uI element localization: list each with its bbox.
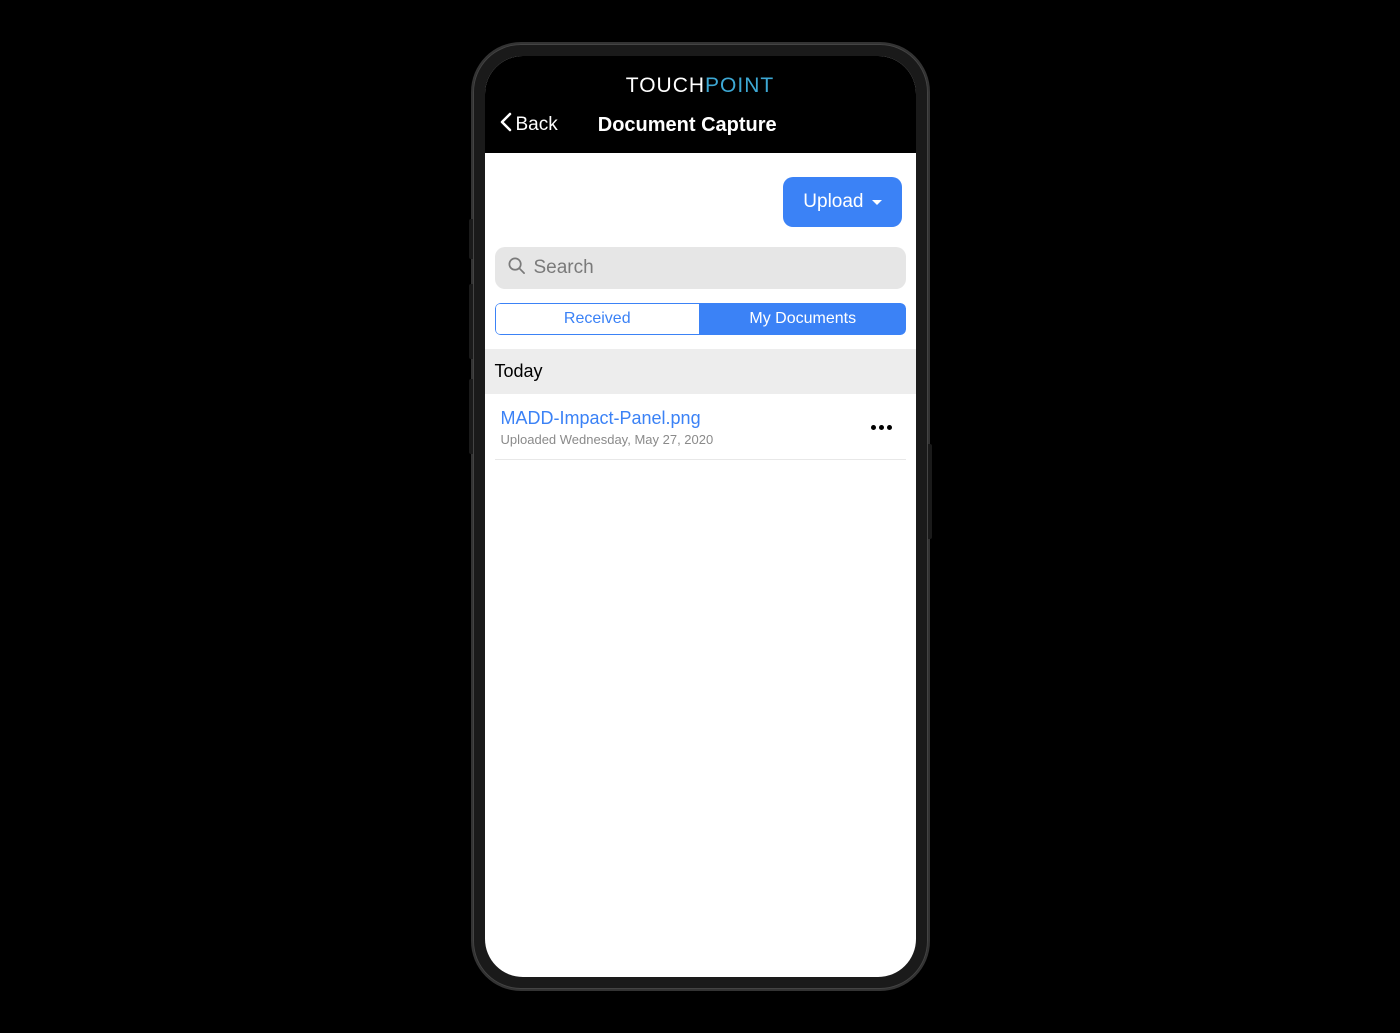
tab-my-documents[interactable]: My Documents	[700, 303, 906, 335]
phone-screen: TOUCHPOINT Back Document Capture	[485, 56, 916, 977]
upload-button[interactable]: Upload	[783, 177, 901, 227]
document-name: MADD-Impact-Panel.png	[501, 408, 714, 429]
back-button[interactable]: Back	[499, 112, 558, 138]
phone-frame: TOUCHPOINT Back Document Capture	[473, 44, 928, 989]
phone-volume-down	[469, 379, 473, 454]
back-label: Back	[516, 114, 558, 136]
logo-part-2: POINT	[705, 74, 774, 97]
upload-row: Upload	[495, 177, 906, 247]
nav-row: Back Document Capture	[485, 112, 916, 143]
content-area: Upload Search Received My Documents	[485, 153, 916, 460]
tab-received[interactable]: Received	[495, 303, 701, 335]
tab-row: Received My Documents	[495, 303, 906, 335]
section-header-today: Today	[485, 349, 916, 394]
caret-down-icon	[872, 200, 882, 205]
search-input[interactable]: Search	[495, 247, 906, 289]
document-meta: Uploaded Wednesday, May 27, 2020	[501, 432, 714, 447]
phone-side-button	[469, 219, 473, 259]
app-logo: TOUCHPOINT	[485, 74, 916, 112]
document-item[interactable]: MADD-Impact-Panel.png Uploaded Wednesday…	[495, 394, 906, 460]
search-placeholder: Search	[534, 257, 594, 279]
phone-volume-up	[469, 284, 473, 359]
more-options-button[interactable]	[863, 417, 900, 438]
page-title: Document Capture	[598, 114, 777, 137]
dots-icon	[879, 425, 884, 430]
logo-part-1: TOUCH	[626, 74, 705, 97]
upload-label: Upload	[803, 191, 863, 213]
dots-icon	[871, 425, 876, 430]
dots-icon	[887, 425, 892, 430]
search-icon	[507, 256, 526, 280]
phone-power-button	[928, 444, 932, 539]
app-header: TOUCHPOINT Back Document Capture	[485, 56, 916, 153]
document-info: MADD-Impact-Panel.png Uploaded Wednesday…	[501, 408, 714, 447]
chevron-left-icon	[499, 112, 512, 138]
